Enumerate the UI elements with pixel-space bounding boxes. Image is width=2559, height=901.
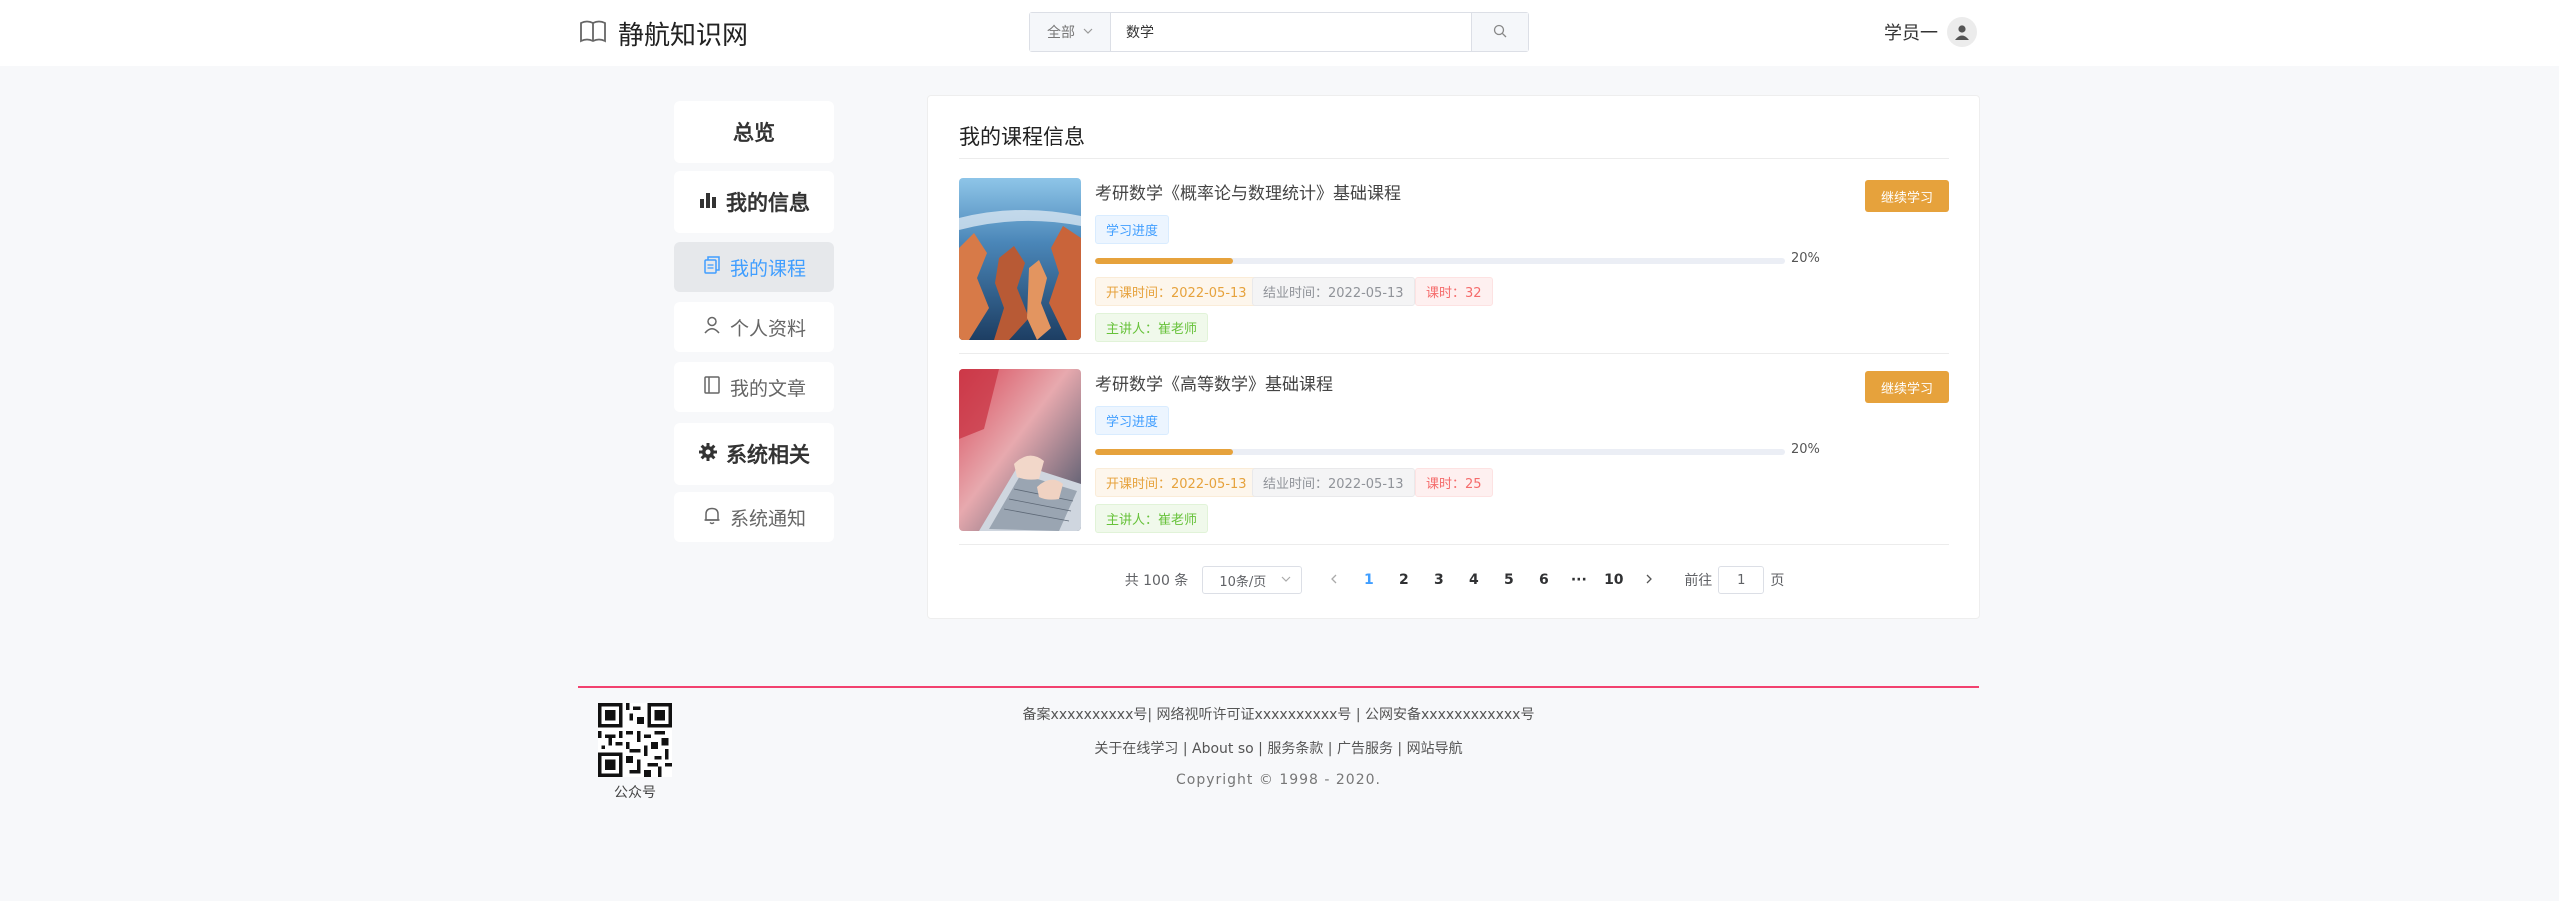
divider [959, 353, 1949, 354]
page-size-select[interactable]: 10条/页 [1202, 566, 1303, 594]
continue-learning-button[interactable]: 继续学习 [1865, 371, 1949, 403]
sidebar-item-label: 我的文章 [729, 377, 806, 400]
sidebar-item-label: 我的课程 [729, 257, 806, 280]
teacher-tag: 主讲人：崔老师 [1095, 313, 1209, 342]
goto-label: 前往 [1684, 573, 1713, 589]
page-number[interactable]: 10 [1596, 566, 1631, 594]
search-scope-select[interactable]: 全部 [1030, 13, 1111, 51]
chevron-right-icon [1644, 572, 1654, 588]
course-title[interactable]: 考研数学《概率论与数理统计》基础课程 [1095, 179, 1401, 204]
bell-icon [702, 505, 722, 530]
notebook-icon [702, 375, 722, 400]
course-thumbnail[interactable] [959, 369, 1081, 531]
site-name: 静航知识网 [618, 20, 749, 51]
start-date-tag: 开课时间：2022-05-13 [1095, 468, 1258, 497]
bar-chart-icon [698, 190, 718, 215]
course-thumbnail[interactable] [959, 178, 1081, 340]
course-title[interactable]: 考研数学《高等数学》基础课程 [1095, 370, 1333, 395]
sidebar-item-label: 系统通知 [729, 507, 806, 530]
search-bar: 全部 [1029, 12, 1529, 52]
page-number[interactable]: 1 [1351, 566, 1386, 594]
book-icon [578, 16, 608, 50]
sidebar-item-label: 我的信息 [726, 191, 810, 215]
page-number[interactable]: 4 [1456, 566, 1491, 594]
divider [959, 158, 1949, 159]
hours-tag: 课时：32 [1415, 277, 1493, 306]
page-unit-label: 页 [1770, 573, 1785, 589]
page-number[interactable]: 6 [1526, 566, 1561, 594]
progress-percent: 20% [1791, 442, 1820, 457]
search-icon [1493, 23, 1507, 42]
progress-label-tag: 学习进度 [1095, 215, 1170, 244]
teacher-tag: 主讲人：崔老师 [1095, 504, 1209, 533]
sidebar-item-label: 个人资料 [729, 317, 806, 340]
sidebar-item-system[interactable]: 系统相关 [674, 423, 834, 485]
progress-fill [1095, 258, 1233, 264]
page-title: 我的课程信息 [959, 125, 1085, 149]
sidebar-item-profile[interactable]: 个人资料 [674, 302, 834, 352]
continue-learning-button[interactable]: 继续学习 [1865, 180, 1949, 212]
page-number[interactable]: 5 [1491, 566, 1526, 594]
pagination-total: 共 100 条 [1124, 573, 1189, 589]
sidebar-item-overview[interactable]: 总览 [674, 101, 834, 163]
chevron-down-icon [1083, 24, 1093, 40]
progress-bar [1095, 258, 1785, 264]
divider [959, 544, 1949, 545]
page-jump: 前往 页 [1684, 566, 1784, 594]
prev-page-button[interactable] [1316, 566, 1351, 594]
end-date-tag: 结业时间：2022-05-13 [1252, 277, 1415, 306]
sidebar-item-label: 系统相关 [726, 443, 810, 467]
footer-links[interactable]: 关于在线学习 | About so | 服务条款 | 广告服务 | 网站导航 [578, 738, 1979, 758]
goto-page-input[interactable] [1718, 566, 1765, 594]
progress-percent: 20% [1791, 251, 1820, 266]
sidebar-item-notifications[interactable]: 系统通知 [674, 492, 834, 542]
page-size-value: 10条/页 [1219, 574, 1267, 590]
hours-tag: 课时：25 [1415, 468, 1493, 497]
search-input[interactable] [1111, 13, 1471, 51]
course-item: 考研数学《高等数学》基础课程 学习进度 20% 开课时间：2022-05-13 … [959, 369, 1949, 559]
course-item: 考研数学《概率论与数理统计》基础课程 学习进度 20% 开课时间：2022-05… [959, 178, 1949, 368]
chevron-down-icon [1281, 573, 1291, 588]
page-ellipsis[interactable]: ··· [1561, 566, 1596, 594]
sidebar-item-articles[interactable]: 我的文章 [674, 362, 834, 412]
chevron-left-icon [1329, 572, 1339, 588]
footer-license: 备案xxxxxxxxxx号| 网络视听许可证xxxxxxxxxx号 | 公网安备… [1022, 707, 1535, 723]
sidebar-item-my-courses[interactable]: 我的课程 [674, 242, 834, 292]
progress-fill [1095, 449, 1233, 455]
user-menu[interactable]: 学员一 [1884, 16, 1977, 48]
avatar[interactable] [1947, 17, 1977, 47]
pagination: 共 100 条 10条/页 1 2 3 4 5 6 ··· 10 前往 页 [928, 566, 1981, 594]
sidebar-item-label: 总览 [733, 121, 775, 145]
copy-document-icon [702, 255, 722, 280]
start-date-tag: 开课时间：2022-05-13 [1095, 277, 1258, 306]
search-button[interactable] [1471, 13, 1528, 51]
top-bar: 静航知识网 全部 学员一 [0, 0, 2559, 66]
page-number[interactable]: 3 [1421, 566, 1456, 594]
gear-icon [698, 442, 718, 467]
user-icon [702, 315, 722, 340]
sidebar-item-my-info[interactable]: 我的信息 [674, 171, 834, 233]
course-panel: 我的课程信息 考研数学《概率论与数理统计》基础课程 学习进度 20% 开课时间：… [927, 95, 1980, 619]
footer-divider [578, 686, 1979, 688]
user-name: 学员一 [1884, 23, 1938, 44]
next-page-button[interactable] [1631, 566, 1666, 594]
page-number[interactable]: 2 [1386, 566, 1421, 594]
site-logo[interactable]: 静航知识网 [578, 14, 748, 52]
progress-bar [1095, 449, 1785, 455]
search-scope-label: 全部 [1047, 25, 1075, 41]
progress-label-tag: 学习进度 [1095, 406, 1170, 435]
end-date-tag: 结业时间：2022-05-13 [1252, 468, 1415, 497]
footer-copyright: Copyright © 1998 - 2020. [1176, 772, 1381, 788]
